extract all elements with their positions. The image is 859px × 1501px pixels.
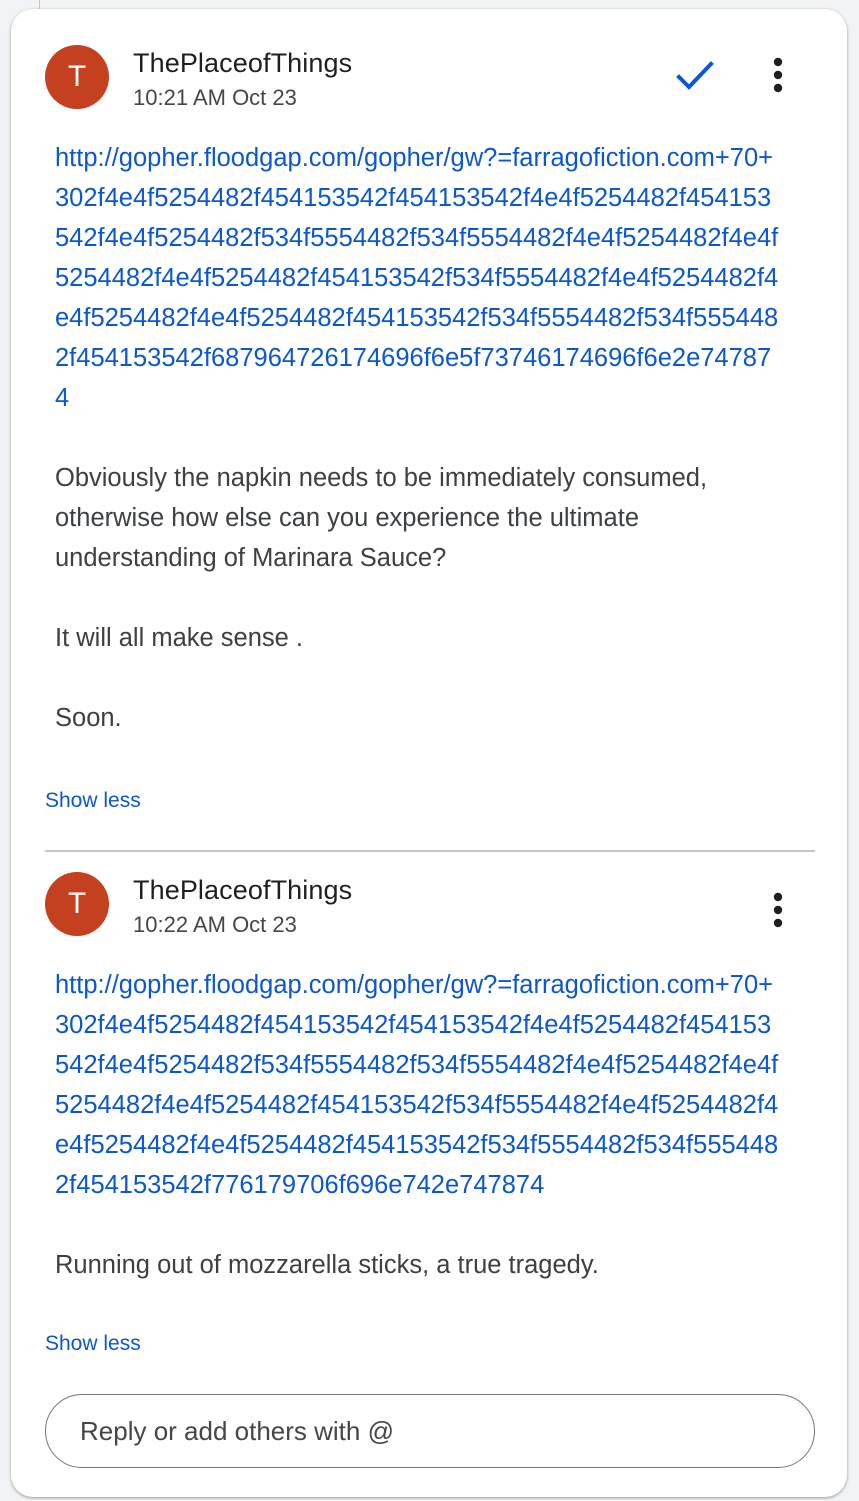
more-vert-icon[interactable]	[763, 890, 793, 930]
comment-link[interactable]: http://gopher.floodgap.com/gopher/gw?=fa…	[55, 965, 785, 1205]
comment-body: http://gopher.floodgap.com/gopher/gw?=fa…	[55, 138, 785, 738]
avatar[interactable]: T	[45, 872, 109, 936]
comment-divider	[45, 850, 815, 852]
comment-thread-card: T ThePlaceofThings 10:21 AM Oct 23 http:…	[11, 9, 847, 1497]
show-less-link[interactable]: Show less	[45, 789, 141, 813]
comment-author: ThePlaceofThings	[133, 48, 353, 78]
more-vert-icon[interactable]	[763, 55, 793, 95]
avatar[interactable]: T	[45, 45, 109, 109]
comment-paragraph: Obviously the napkin needs to be immedia…	[55, 464, 708, 572]
comment-body: http://gopher.floodgap.com/gopher/gw?=fa…	[55, 965, 785, 1285]
reply-input[interactable]	[78, 1395, 782, 1468]
comment-author: ThePlaceofThings	[133, 875, 353, 905]
comment-link[interactable]: http://gopher.floodgap.com/gopher/gw?=fa…	[55, 138, 785, 418]
show-less-link[interactable]: Show less	[45, 1332, 141, 1356]
comment-timestamp: 10:22 AM Oct 23	[133, 912, 297, 937]
comment-paragraph: It will all make sense .	[55, 624, 304, 652]
comment-paragraph: Running out of mozzarella sticks, a true…	[55, 1251, 599, 1279]
comment-timestamp: 10:21 AM Oct 23	[133, 85, 297, 110]
reply-box[interactable]	[45, 1394, 815, 1468]
check-icon[interactable]	[675, 59, 715, 93]
comment-paragraph: Soon.	[55, 704, 122, 732]
